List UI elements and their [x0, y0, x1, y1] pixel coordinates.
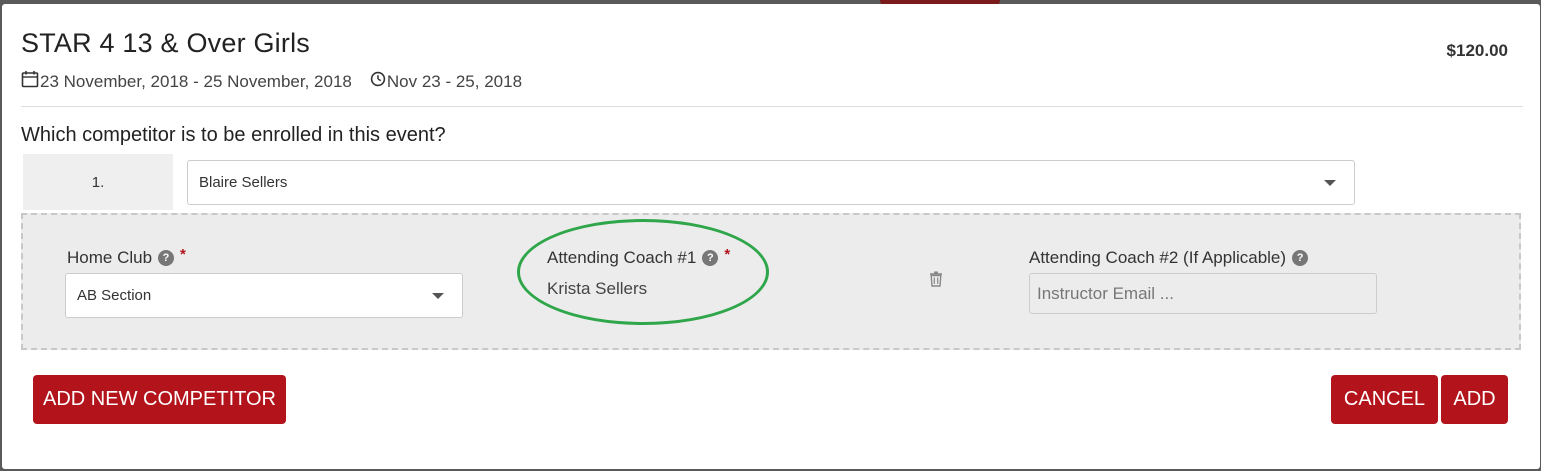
- enrollment-question: Which competitor is to be enrolled in th…: [21, 124, 446, 146]
- date-range: 23 November, 2018 - 25 November, 2018: [40, 71, 352, 91]
- coach2-label-text: Attending Coach #2 (If Applicable): [1029, 248, 1287, 267]
- short-date-range: Nov 23 - 25, 2018: [386, 71, 523, 91]
- coach1-label-text: Attending Coach #1: [547, 248, 697, 267]
- home-club-label: Home Club ? *: [67, 245, 186, 268]
- clock-icon: [370, 71, 386, 92]
- caret-down-icon: [432, 292, 444, 299]
- home-club-label-text: Home Club: [67, 248, 153, 267]
- competitor-number: 1.: [23, 154, 173, 210]
- competitor-details-panel: Home Club ? * AB Section Attending Coach…: [21, 213, 1521, 350]
- add-button[interactable]: ADD: [1441, 375, 1508, 424]
- event-price: $120.00: [1446, 41, 1508, 60]
- question-circle-icon[interactable]: ?: [702, 250, 719, 266]
- competitor-selected-value: Blaire Sellers: [199, 174, 288, 191]
- home-club-select[interactable]: AB Section: [65, 273, 463, 318]
- caret-down-icon: [1324, 179, 1336, 186]
- question-circle-icon[interactable]: ?: [1292, 250, 1309, 266]
- instructor-email-input[interactable]: [1029, 273, 1377, 314]
- coach1-value: Krista Sellers: [547, 279, 648, 298]
- question-circle-icon[interactable]: ?: [158, 250, 175, 266]
- annotation-circle: [517, 219, 769, 325]
- coach1-label: Attending Coach #1 ? *: [547, 245, 731, 268]
- calendar-icon: [21, 70, 39, 93]
- event-dates: 23 November, 2018 - 25 November, 2018 No…: [21, 70, 522, 93]
- cancel-button[interactable]: CANCEL: [1331, 375, 1438, 424]
- coach2-label: Attending Coach #2 (If Applicable) ?: [1029, 248, 1309, 268]
- header-divider: [21, 106, 1523, 107]
- enrollment-modal: STAR 4 13 & Over Girls $120.00 23 Novemb…: [2, 4, 1540, 469]
- competitor-select[interactable]: Blaire Sellers: [187, 160, 1355, 205]
- home-club-selected-value: AB Section: [77, 287, 152, 304]
- required-marker: *: [180, 245, 186, 263]
- required-marker: *: [724, 245, 731, 263]
- add-new-competitor-button[interactable]: ADD NEW COMPETITOR: [33, 375, 286, 424]
- trash-icon[interactable]: [929, 271, 943, 292]
- event-title: STAR 4 13 & Over Girls: [21, 28, 310, 58]
